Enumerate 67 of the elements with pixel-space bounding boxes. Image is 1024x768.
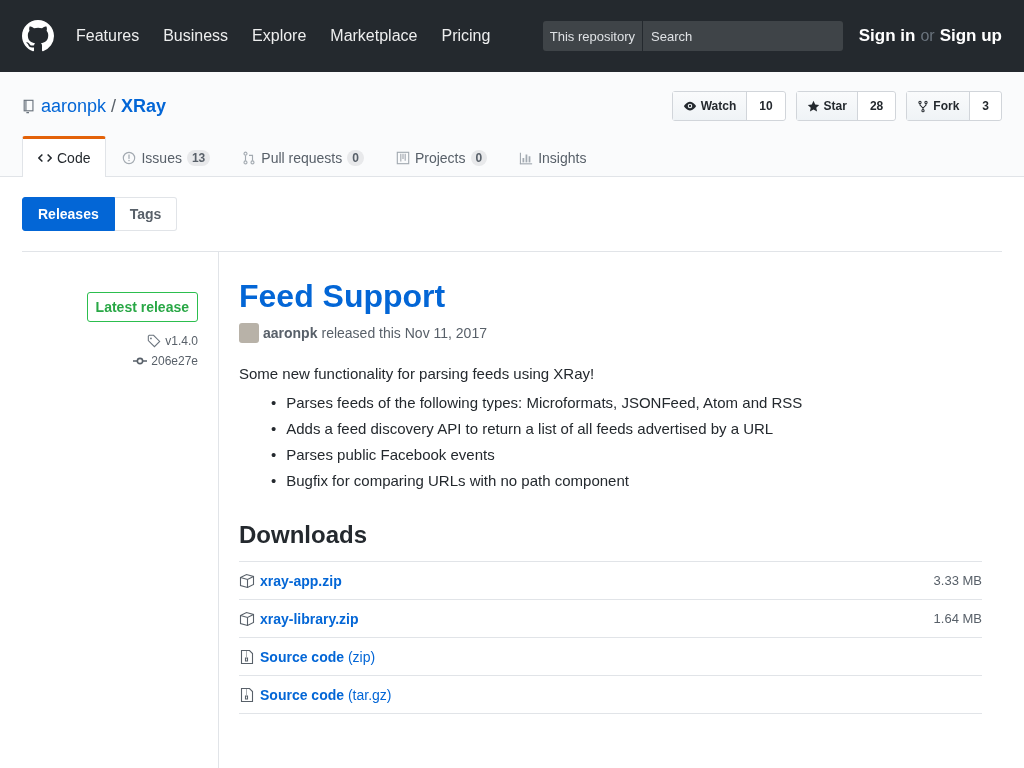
issue-icon xyxy=(122,150,137,165)
fork-icon xyxy=(917,99,930,113)
eye-icon xyxy=(682,99,697,113)
nav-link[interactable]: Pricing xyxy=(441,27,491,45)
subnav-tab[interactable]: Releases xyxy=(22,197,115,231)
sign-in-link[interactable]: Sign in xyxy=(858,26,916,46)
search-field[interactable]: Search xyxy=(643,21,843,51)
package-icon xyxy=(239,572,255,589)
star-icon xyxy=(806,99,820,113)
social-count[interactable]: 28 xyxy=(857,92,896,120)
latest-release-label: Latest release xyxy=(86,292,198,322)
repo-book-icon xyxy=(22,98,36,114)
bullet-mark: • xyxy=(271,472,277,489)
repo-tab[interactable]: Code xyxy=(22,136,107,177)
source-code-link[interactable]: Source code (tar.gz) xyxy=(260,686,392,703)
release-note: Adds a feed discovery API to return a list of all feeds advertised by a URL xyxy=(286,420,774,437)
nav-link[interactable]: Explore xyxy=(252,27,307,45)
subnav-tab[interactable]: Tags xyxy=(114,197,178,231)
count-badge: 13 xyxy=(186,149,211,166)
release-note: Bugfix for comparing URLs with no path component xyxy=(286,472,629,489)
release-meta: released this Nov 11, 2017 xyxy=(321,325,487,341)
avatar-placeholder xyxy=(239,323,259,343)
code-icon xyxy=(38,151,52,165)
release-intro: Some new functionality for parsing feeds using XRay! xyxy=(239,365,596,382)
file-size: 1.64 MB xyxy=(933,611,982,626)
release-note: Parses public Facebook events xyxy=(286,446,495,463)
release-title[interactable]: Feed Support xyxy=(239,278,982,315)
release-note: Parses feeds of the following types: Microformats, JSONFeed, Atom and RSS xyxy=(286,394,803,411)
commit-link[interactable]: 206e27e xyxy=(151,354,198,368)
count-badge: 0 xyxy=(347,149,364,166)
social-count[interactable]: 3 xyxy=(970,92,1001,120)
tag-link[interactable]: v1.4.0 xyxy=(165,334,198,348)
author-link[interactable]: aaronpk xyxy=(263,325,318,341)
bar-graph-icon xyxy=(519,150,534,165)
tag-icon xyxy=(147,334,162,348)
download-link[interactable]: xray-library.zip xyxy=(260,610,359,627)
package-icon xyxy=(239,610,255,627)
repo-tab[interactable]: Insights xyxy=(503,136,603,176)
bullet-mark: • xyxy=(271,394,277,411)
repo-tab[interactable]: Pull requests 0 xyxy=(226,136,380,176)
octocat-logo[interactable] xyxy=(22,20,54,52)
repo-tab[interactable]: Projects 0 xyxy=(379,136,504,176)
zip-file-icon xyxy=(239,648,255,665)
pull-request-icon xyxy=(242,150,257,165)
fork-button[interactable]: Fork xyxy=(907,92,971,120)
nav-link[interactable]: Business xyxy=(163,27,229,45)
nav-link[interactable]: Features xyxy=(76,27,140,45)
search-scope-label: This repository xyxy=(542,21,643,51)
social-count[interactable]: 10 xyxy=(747,92,785,120)
bullet-mark: • xyxy=(271,420,277,437)
path-separator: / xyxy=(111,95,117,117)
file-size: 3.33 MB xyxy=(933,573,982,588)
watch-button[interactable]: Watch xyxy=(672,92,748,120)
count-badge: 0 xyxy=(470,149,488,166)
or-text: or xyxy=(920,27,935,45)
repo-owner-link[interactable]: aaronpk xyxy=(41,95,107,117)
sign-up-link[interactable]: Sign up xyxy=(939,26,1002,46)
star-button[interactable]: Star xyxy=(796,92,858,120)
downloads-heading: Downloads xyxy=(239,521,368,549)
zip-file-icon xyxy=(239,686,255,703)
repo-tab[interactable]: Issues 13 xyxy=(106,136,227,176)
repo-name-link[interactable]: XRay xyxy=(121,95,167,117)
project-board-icon xyxy=(395,150,410,165)
nav-link[interactable]: Marketplace xyxy=(330,27,418,45)
source-code-link[interactable]: Source code (zip) xyxy=(260,648,376,665)
download-link[interactable]: xray-app.zip xyxy=(260,572,342,589)
bullet-mark: • xyxy=(271,446,277,463)
